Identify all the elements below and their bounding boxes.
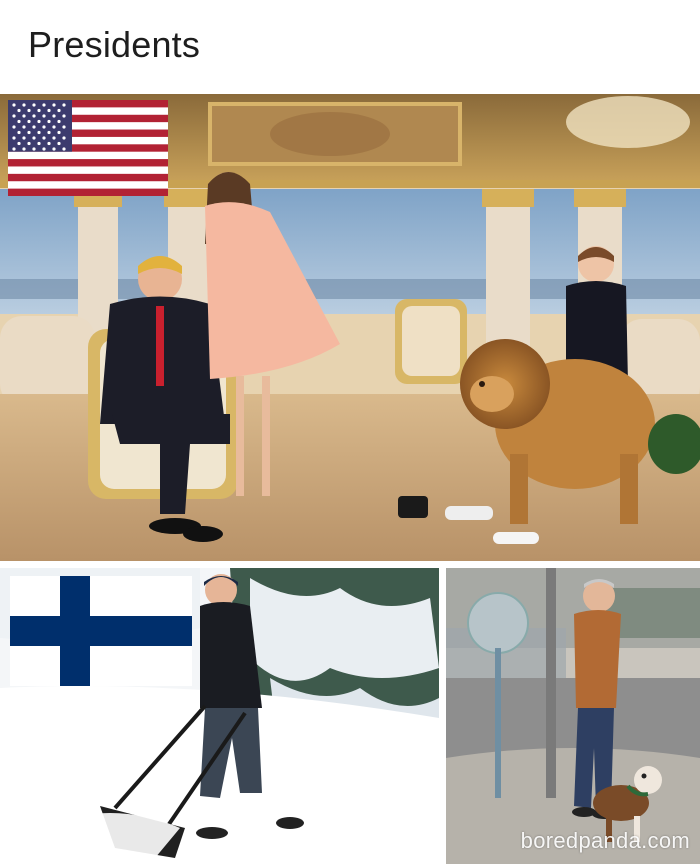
dog-walking-illustration <box>446 568 700 864</box>
finland-flag-icon <box>10 576 192 686</box>
page-title: Presidents <box>28 24 201 65</box>
watermark-text: boredpanda.com <box>520 828 690 853</box>
dog-walking-photo: boredpanda.com <box>446 568 700 864</box>
us-flag-icon <box>8 100 168 196</box>
